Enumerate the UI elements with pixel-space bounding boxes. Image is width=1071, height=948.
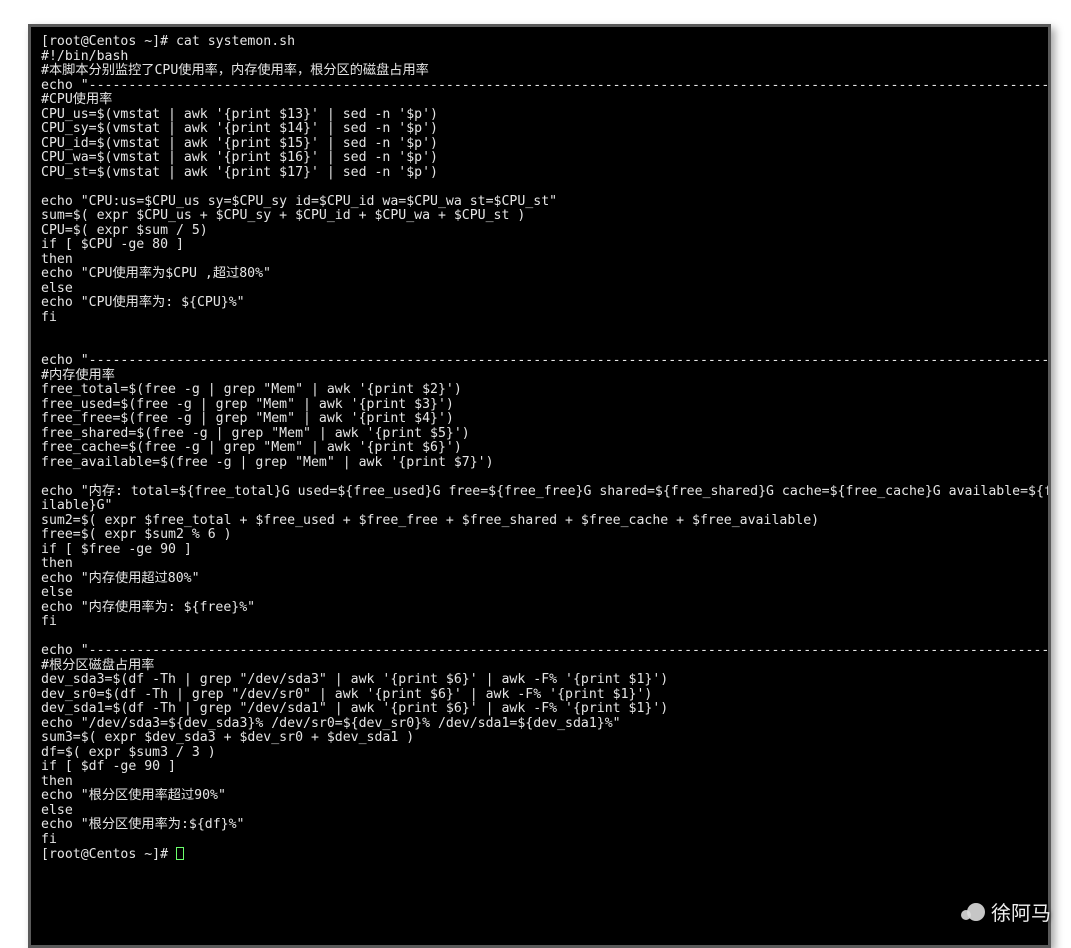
terminal-window: [root@Centos ~]# cat systemon.sh #!/bin/…: [28, 24, 1051, 948]
watermark: 徐阿马: [961, 897, 1051, 926]
terminal-output: [root@Centos ~]# cat systemon.sh #!/bin/…: [41, 35, 1038, 863]
watermark-label: 徐阿马: [991, 897, 1051, 926]
cursor-block: [176, 847, 184, 860]
wechat-icon: [961, 903, 985, 921]
terminal-text[interactable]: [root@Centos ~]# cat systemon.sh #!/bin/…: [41, 34, 1051, 862]
